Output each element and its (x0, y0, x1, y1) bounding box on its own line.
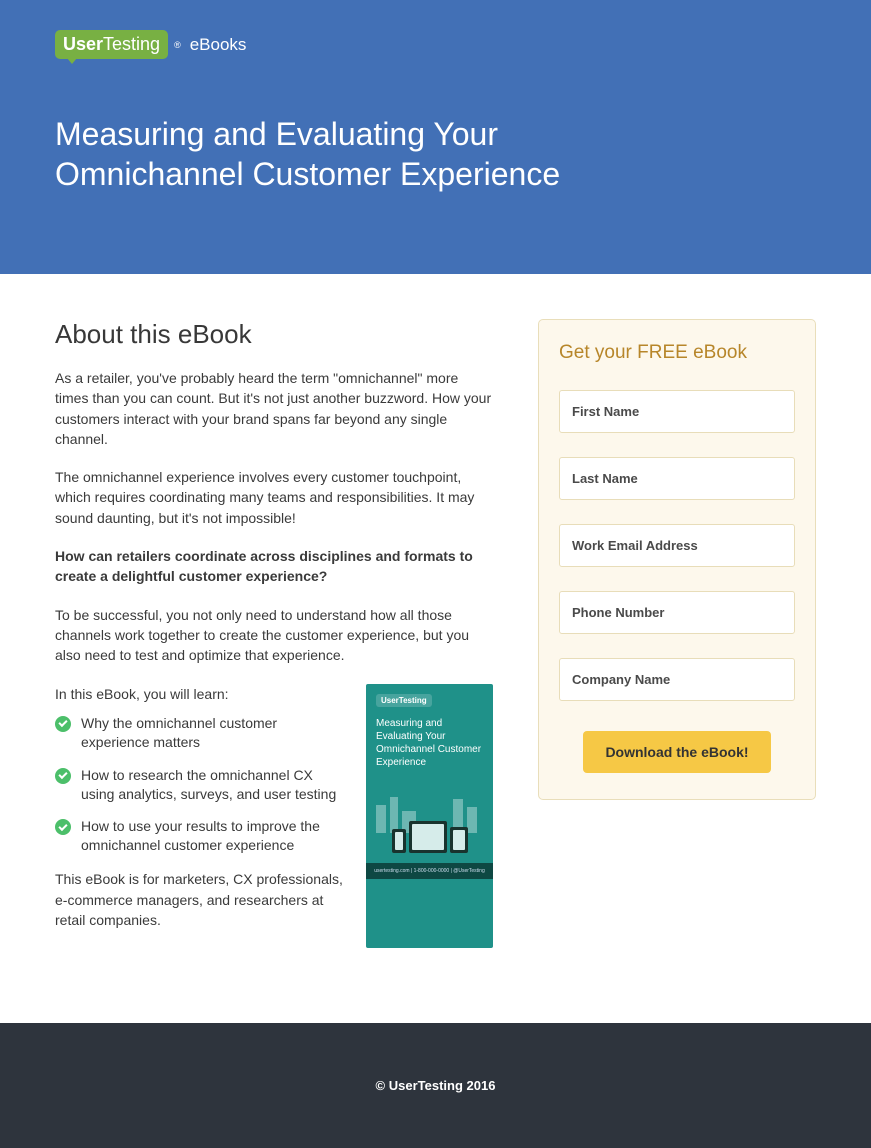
bullet-text: Why the omnichannel customer experience … (81, 714, 344, 752)
phone-field[interactable] (559, 591, 795, 634)
learn-row: In this eBook, you will learn: Why the o… (55, 684, 493, 949)
cover-title: Measuring and Evaluating Your Omnichanne… (376, 717, 483, 769)
page-footer: © UserTesting 2016 (0, 1023, 871, 1148)
last-name-field[interactable] (559, 457, 795, 500)
check-icon (55, 716, 71, 732)
list-item: How to use your results to improve the o… (55, 817, 344, 855)
learn-column: In this eBook, you will learn: Why the o… (55, 684, 344, 949)
logo-testing: Testing (103, 34, 160, 54)
about-column: About this eBook As a retailer, you've p… (55, 319, 493, 948)
usertesting-logo-icon: UserTesting (55, 30, 168, 59)
list-item: How to research the omnichannel CX using… (55, 766, 344, 804)
company-field[interactable] (559, 658, 795, 701)
about-heading: About this eBook (55, 319, 493, 350)
list-item: Why the omnichannel customer experience … (55, 714, 344, 752)
ebook-cover-thumbnail: UserTesting Measuring and Evaluating You… (366, 684, 493, 949)
first-name-field[interactable] (559, 390, 795, 433)
cover-brand: UserTesting (376, 694, 432, 707)
cover-footer: usertesting.com | 1-800-000-0000 | @User… (366, 863, 493, 879)
download-button[interactable]: Download the eBook! (583, 731, 770, 773)
learn-intro: In this eBook, you will learn: (55, 684, 344, 704)
about-paragraph: The omnichannel experience involves ever… (55, 467, 493, 528)
header-section-label: eBooks (190, 35, 247, 55)
page-title: Measuring and Evaluating Your Omnichanne… (55, 114, 635, 194)
about-paragraph: As a retailer, you've probably heard the… (55, 368, 493, 449)
form-heading: Get your FREE eBook (559, 342, 795, 364)
about-paragraph: To be successful, you not only need to u… (55, 605, 493, 666)
signup-form-card: Get your FREE eBook Download the eBook! (538, 319, 816, 800)
learn-bullets: Why the omnichannel customer experience … (55, 714, 344, 855)
about-closing: This eBook is for marketers, CX professi… (55, 869, 344, 930)
email-field[interactable] (559, 524, 795, 567)
cover-art-icon (376, 787, 483, 855)
copyright-text: © UserTesting 2016 (376, 1078, 496, 1093)
hero-banner: UserTesting ® eBooks Measuring and Evalua… (0, 0, 871, 274)
bullet-text: How to research the omnichannel CX using… (81, 766, 344, 804)
main-content: About this eBook As a retailer, you've p… (0, 274, 871, 1023)
logo-row: UserTesting ® eBooks (55, 30, 816, 59)
bullet-text: How to use your results to improve the o… (81, 817, 344, 855)
about-question: How can retailers coordinate across disc… (55, 546, 493, 587)
check-icon (55, 768, 71, 784)
check-icon (55, 819, 71, 835)
registered-icon: ® (174, 40, 181, 50)
logo-user: User (63, 34, 103, 54)
